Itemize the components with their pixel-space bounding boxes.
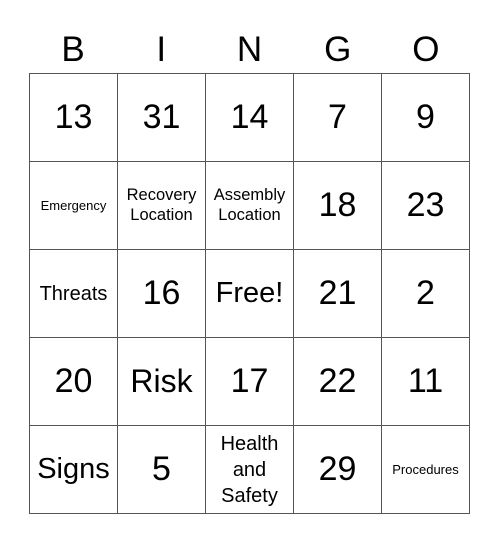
- header-letter-i: I: [156, 29, 167, 69]
- bingo-cell[interactable]: 22: [294, 338, 382, 426]
- bingo-cell[interactable]: Assembly Location: [206, 162, 294, 250]
- bingo-cell[interactable]: 7: [294, 74, 382, 162]
- bingo-cell[interactable]: Threats: [30, 250, 118, 338]
- bingo-cell[interactable]: 16: [118, 250, 206, 338]
- header-letter-g: G: [324, 29, 352, 69]
- bingo-grid: 13 31 14 7 9 Emergency Recovery Location…: [29, 73, 470, 514]
- bingo-cell[interactable]: 29: [294, 426, 382, 514]
- bingo-cell[interactable]: 21: [294, 250, 382, 338]
- bingo-cell[interactable]: 20: [30, 338, 118, 426]
- bingo-cell[interactable]: Health and Safety: [206, 426, 294, 514]
- bingo-cell[interactable]: 31: [118, 74, 206, 162]
- bingo-header: B I N G O: [29, 26, 470, 72]
- header-letter-o: O: [412, 29, 440, 69]
- bingo-cell[interactable]: 18: [294, 162, 382, 250]
- bingo-cell[interactable]: Procedures: [382, 426, 470, 514]
- bingo-cell[interactable]: 2: [382, 250, 470, 338]
- bingo-cell[interactable]: Recovery Location: [118, 162, 206, 250]
- bingo-cell[interactable]: 11: [382, 338, 470, 426]
- bingo-cell[interactable]: Risk: [118, 338, 206, 426]
- header-letter-b: B: [61, 29, 85, 69]
- free-space-cell[interactable]: Free!: [206, 250, 294, 338]
- bingo-cell[interactable]: 17: [206, 338, 294, 426]
- header-letter-n: N: [236, 29, 263, 69]
- bingo-cell[interactable]: 13: [30, 74, 118, 162]
- bingo-cell[interactable]: Emergency: [30, 162, 118, 250]
- bingo-cell[interactable]: 5: [118, 426, 206, 514]
- bingo-cell[interactable]: 23: [382, 162, 470, 250]
- bingo-cell[interactable]: 9: [382, 74, 470, 162]
- bingo-cell[interactable]: 14: [206, 74, 294, 162]
- bingo-cell[interactable]: Signs: [30, 426, 118, 514]
